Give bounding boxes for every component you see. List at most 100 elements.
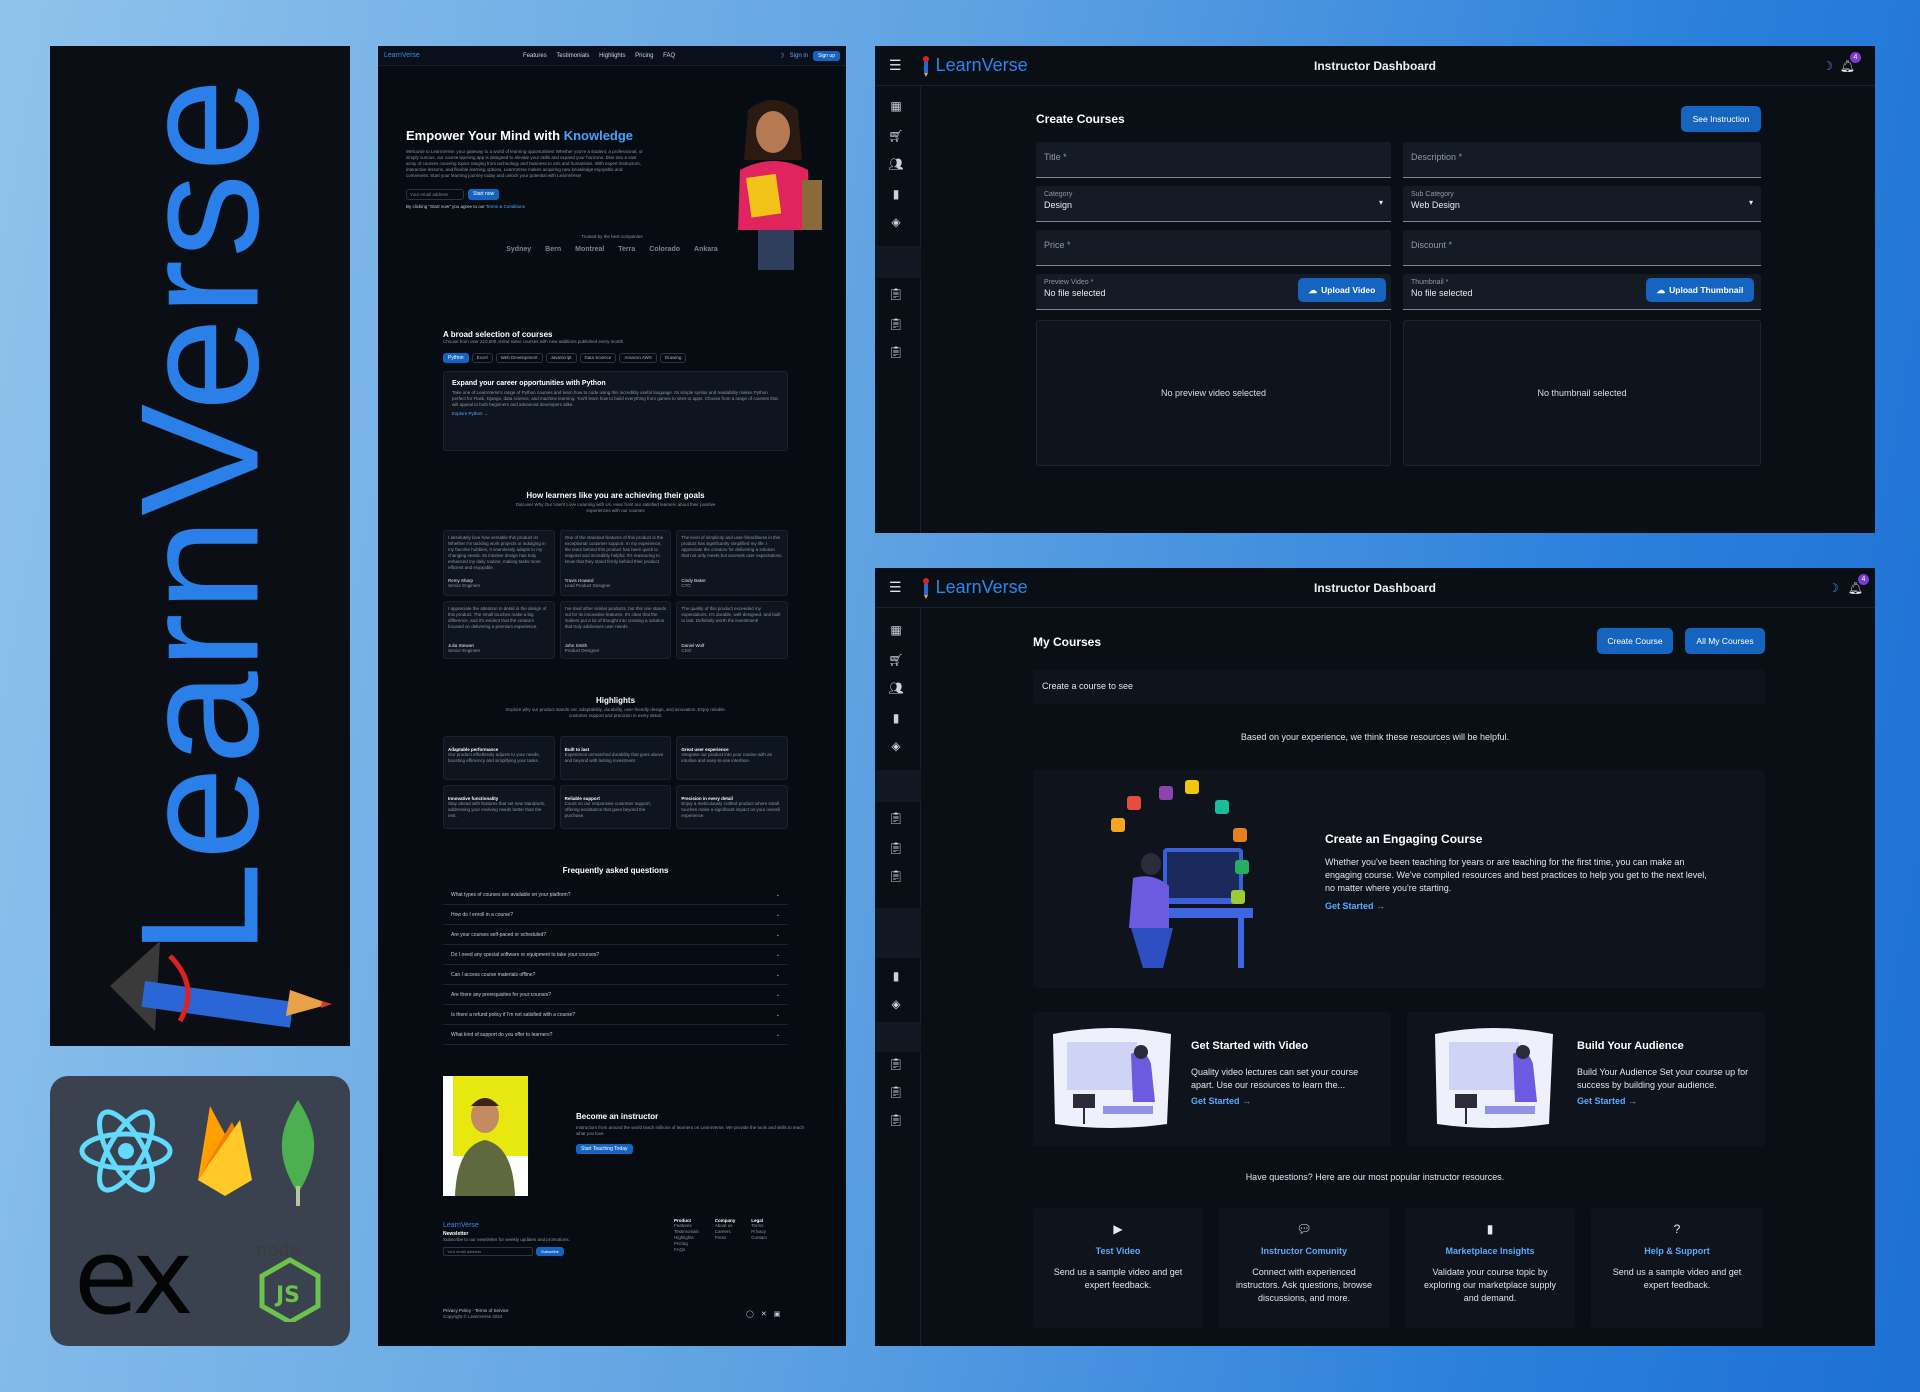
highlight-card: Great user experience Integrate our produ… — [676, 736, 788, 780]
testimonials-grid: I absolutely love how versatile this pro… — [443, 530, 788, 659]
layers-icon[interactable]: ◈ — [888, 214, 904, 230]
course-tab[interactable]: Drawing — [659, 353, 687, 363]
assignment-icon[interactable]: 📋︎ — [888, 1084, 904, 1100]
assignment-icon[interactable]: 📋︎ — [888, 286, 904, 302]
all-my-courses-button[interactable]: All My Courses — [1685, 628, 1765, 654]
testimonial-card: The quality of this product exceeded my … — [676, 601, 788, 659]
footer-link[interactable]: Contact — [751, 1235, 767, 1241]
nav-link[interactable]: Features — [523, 53, 547, 59]
people-icon[interactable]: 👥︎ — [888, 680, 904, 696]
create-course-button[interactable]: Create Course — [1597, 628, 1673, 654]
signin-link[interactable]: Sign in — [790, 53, 808, 59]
dashboard-brand[interactable]: LearnVerse — [936, 55, 1028, 76]
brand-pen-icon — [922, 55, 929, 77]
cart-icon[interactable]: 🛒︎ — [888, 128, 904, 144]
assignment-icon[interactable]: 📋︎ — [888, 1056, 904, 1072]
nav-link[interactable]: FAQ — [663, 53, 675, 59]
subscribe-button[interactable]: Subscribe — [536, 1247, 564, 1256]
faq-item[interactable]: Can I access course materials offline? ⌄ — [443, 965, 788, 985]
nav-link[interactable]: Highlights — [599, 53, 625, 59]
menu-icon[interactable]: ☰ — [889, 579, 902, 596]
footer-link[interactable]: FAQs — [674, 1247, 699, 1253]
subcategory-select[interactable]: Sub Category Web Design ▾ — [1403, 186, 1761, 222]
highlight-card: Precision in every detail Enjoy a meticul… — [676, 785, 788, 829]
course-tab[interactable]: JavaScript — [545, 353, 577, 363]
get-started-link[interactable]: Get Started → — [1325, 901, 1715, 911]
discount-field[interactable]: Discount * — [1403, 230, 1761, 266]
theme-toggle-icon[interactable]: ☽ — [1822, 59, 1833, 73]
audience-card-text: Build Your Audience Build Your Audience … — [1577, 1040, 1755, 1106]
upload-thumbnail-button[interactable]: ☁ Upload Thumbnail — [1646, 278, 1754, 302]
title-field[interactable]: Title * — [1036, 142, 1391, 178]
assignment-icon[interactable]: 📋︎ — [888, 1112, 904, 1128]
footer-brand[interactable]: LearnVerse — [443, 1222, 643, 1229]
faq-item[interactable]: Are your courses self-paced or scheduled… — [443, 925, 788, 945]
dashboard-icon[interactable]: ▦ — [888, 98, 904, 114]
cart-icon[interactable]: 🛒︎ — [888, 652, 904, 668]
assignment-icon[interactable]: 📋︎ — [888, 316, 904, 332]
audience-card-title: Build Your Audience — [1577, 1040, 1684, 1052]
github-icon[interactable]: ◯ — [746, 1310, 754, 1318]
linkedin-icon[interactable]: ▣ — [774, 1310, 781, 1318]
chevron-down-icon: ⌄ — [775, 991, 780, 998]
dashboard-icon[interactable]: ▦ — [888, 622, 904, 638]
footer-columns: Product Features Testimonials Highlights Pri… — [674, 1218, 767, 1253]
upload-video-button[interactable]: ☁ Upload Video — [1298, 278, 1386, 302]
nav-link[interactable]: Testimonials — [556, 53, 589, 59]
hero-email-input[interactable]: Your email address — [406, 189, 464, 200]
resource-card[interactable]: ▮ Marketplace Insights Validate your cour… — [1405, 1208, 1575, 1328]
theme-toggle-icon[interactable]: ☽ — [778, 52, 784, 60]
assignment-icon[interactable]: 📋︎ — [888, 868, 904, 884]
bar-chart-icon[interactable]: ▮ — [888, 186, 904, 202]
privacy-link[interactable]: Privacy Policy — [443, 1308, 471, 1313]
resource-card[interactable]: ? Help & Support Send us a sample video a… — [1591, 1208, 1763, 1328]
bar-chart-icon[interactable]: ▮ — [888, 968, 904, 984]
start-now-button[interactable]: Start now — [468, 189, 500, 200]
signup-button[interactable]: Sign up — [813, 50, 840, 61]
menu-icon[interactable]: ☰ — [889, 57, 902, 74]
resource-card[interactable]: 💬︎ Instructor Comunity Connect with exper… — [1219, 1208, 1389, 1328]
start-teaching-button[interactable]: Start Teaching Today — [576, 1144, 633, 1154]
x-icon[interactable]: ✕ — [761, 1310, 767, 1318]
get-started-link[interactable]: Get Started → — [1577, 1096, 1755, 1106]
pen-logo-icon — [110, 941, 332, 1031]
see-instruction-button[interactable]: See Instruction — [1681, 106, 1761, 132]
assignment-icon[interactable]: 📋︎ — [888, 840, 904, 856]
faq-item[interactable]: Are there any prerequisites for your cou… — [443, 985, 788, 1005]
layers-icon[interactable]: ◈ — [888, 996, 904, 1012]
people-icon[interactable]: 👥︎ — [888, 156, 904, 172]
engaging-course-desc: Whether you've been teaching for years o… — [1325, 857, 1707, 893]
course-tab[interactable]: Excel — [471, 353, 493, 363]
footer-link[interactable]: Press — [715, 1235, 736, 1241]
description-field[interactable]: Description * — [1403, 142, 1761, 178]
faq-title: Frequently asked questions — [562, 866, 669, 875]
assignment-icon[interactable]: 📋︎ — [888, 344, 904, 360]
bar-chart-icon[interactable]: ▮ — [888, 710, 904, 726]
faq-item[interactable]: How do I enroll in a course? ⌄ — [443, 905, 788, 925]
faq-item[interactable]: Is there a refund policy if I'm not sati… — [443, 1005, 788, 1025]
course-tab[interactable]: Web Development — [495, 353, 543, 363]
newsletter-email-input[interactable]: Your email address — [443, 1247, 533, 1256]
terms-link[interactable]: Terms of Service — [475, 1308, 509, 1313]
nav-link[interactable]: Pricing — [635, 53, 653, 59]
highlight-card: Built to last Experience unmatched durabi… — [559, 736, 672, 780]
course-tab[interactable]: Amazon AWS — [619, 353, 657, 363]
assignment-icon[interactable]: 📋︎ — [888, 810, 904, 826]
resource-card[interactable]: ▶ Test Video Send us a sample video and g… — [1033, 1208, 1203, 1328]
course-tab[interactable]: Python — [443, 353, 469, 363]
faq-item[interactable]: What kind of support do you offer to lea… — [443, 1025, 788, 1045]
faq-item[interactable]: Do I need any special software or equipm… — [443, 945, 788, 965]
landing-brand[interactable]: LearnVerse — [384, 52, 420, 59]
theme-toggle-icon[interactable]: ☽ — [1828, 581, 1839, 595]
notification-badge: 4 — [1850, 52, 1861, 63]
category-select[interactable]: Category Design ▾ — [1036, 186, 1391, 222]
dashboard-brand[interactable]: LearnVerse — [936, 577, 1028, 598]
faq-item[interactable]: What types of courses are available on y… — [443, 885, 788, 905]
testimonial-card: The level of simplicity and user-friendl… — [676, 530, 788, 596]
get-started-link[interactable]: Get Started → — [1191, 1096, 1381, 1106]
price-field[interactable]: Price * — [1036, 230, 1391, 266]
explore-python-link[interactable]: Explore Python → — [452, 411, 779, 417]
video-preview-box: No preview video selected — [1036, 320, 1391, 466]
courses-section: A broad selection of courses Choose from… — [443, 330, 788, 451]
course-tab[interactable]: Data Science — [579, 353, 617, 363]
